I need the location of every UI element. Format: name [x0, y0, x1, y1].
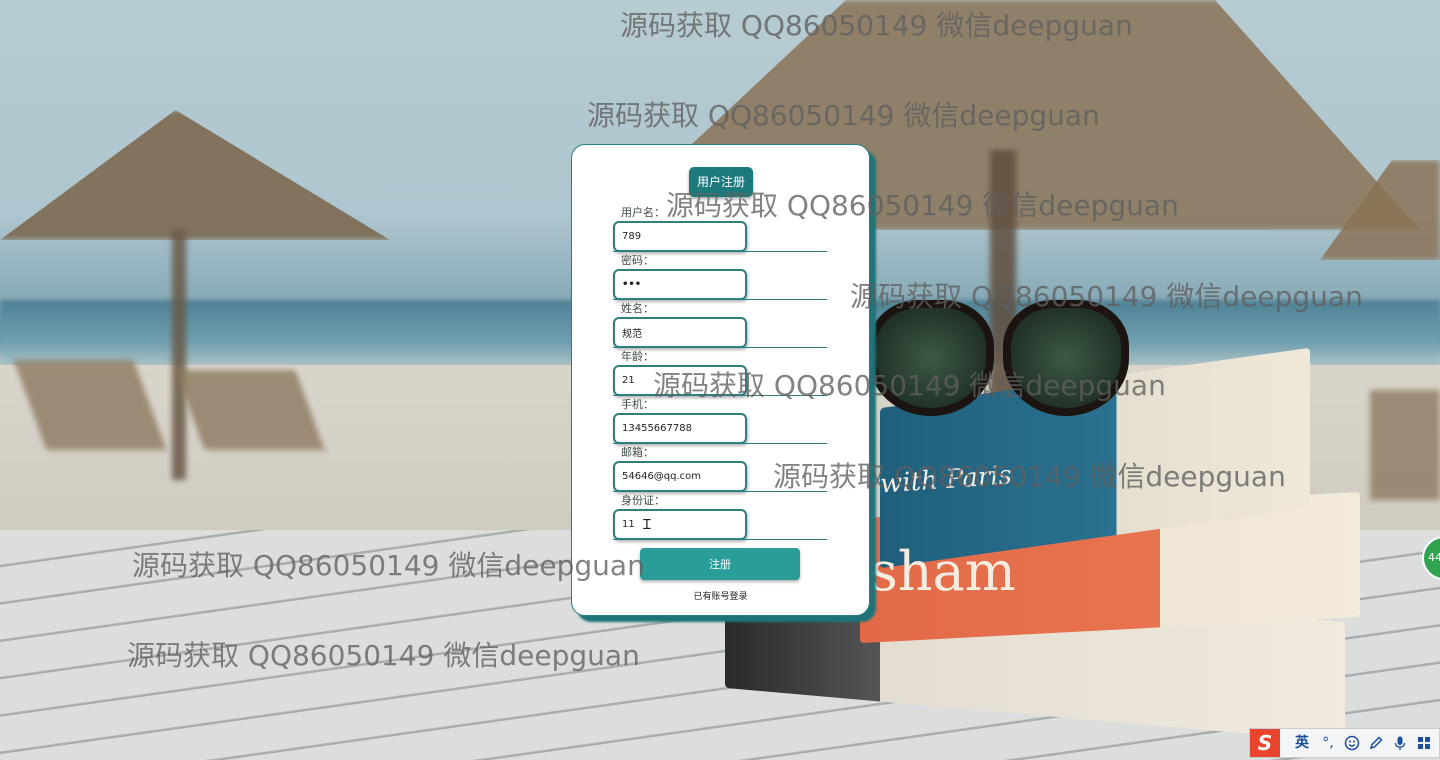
- register-card: 用户注册 用户名： 密码： 姓名： 年龄： 手机： 邮箱： 身份证： Ɪ 注册 …: [571, 144, 870, 616]
- sunglasses-lens: [1003, 300, 1129, 416]
- field-underline: [613, 347, 827, 348]
- sunglasses-lens: [868, 300, 994, 416]
- text-cursor-icon: Ɪ: [643, 517, 651, 533]
- beach-chair: [1370, 390, 1440, 500]
- name-input[interactable]: [613, 317, 747, 348]
- ime-language-toggle[interactable]: 英: [1288, 729, 1316, 757]
- ime-punctuation-toggle[interactable]: °,: [1316, 729, 1340, 757]
- field-underline: [613, 299, 827, 300]
- ime-toolbar: S 英 °,: [1249, 728, 1440, 758]
- pen-icon[interactable]: [1364, 729, 1388, 757]
- username-label: 用户名：: [621, 206, 665, 219]
- age-input[interactable]: [613, 365, 747, 396]
- register-title: 用户注册: [689, 167, 753, 197]
- field-underline: [613, 491, 827, 492]
- field-underline: [613, 539, 827, 540]
- email-label: 邮箱：: [621, 446, 654, 459]
- field-underline: [613, 395, 827, 396]
- grid-icon[interactable]: [1412, 729, 1436, 757]
- username-input[interactable]: [613, 221, 747, 252]
- phone-input[interactable]: [613, 413, 747, 444]
- id-card-input[interactable]: [613, 509, 747, 540]
- name-label: 姓名：: [621, 302, 654, 315]
- phone-label: 手机：: [621, 398, 654, 411]
- login-link[interactable]: 已有账号登录: [572, 589, 869, 602]
- age-label: 年龄：: [621, 350, 654, 363]
- field-underline: [613, 443, 827, 444]
- emoji-icon[interactable]: [1340, 729, 1364, 757]
- field-underline: [613, 251, 827, 252]
- id-card-label: 身份证：: [621, 494, 665, 507]
- page: with Paris sham 用户注册 用户名： 密码： 姓名： 年龄： 手机…: [0, 0, 1440, 760]
- password-label: 密码：: [621, 254, 654, 267]
- sunglasses: [868, 290, 1129, 416]
- sogou-logo-icon[interactable]: S: [1250, 729, 1280, 757]
- book-title-text: sham: [870, 540, 1016, 603]
- register-button[interactable]: 注册: [640, 548, 800, 580]
- password-input[interactable]: [613, 269, 747, 300]
- mic-icon[interactable]: [1388, 729, 1412, 757]
- email-input[interactable]: [613, 461, 747, 492]
- umbrella-pole: [172, 230, 186, 480]
